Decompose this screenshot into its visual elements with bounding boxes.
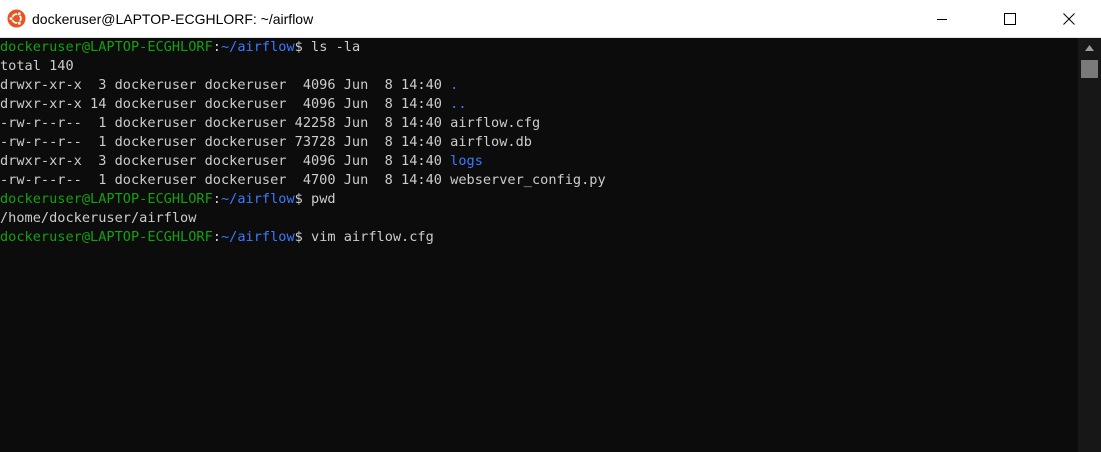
listing-meta: -rw-r--r-- 1 dockeruser dockeruser 42258… [0,115,451,131]
prompt-line: dockeruser@LAPTOP-ECGHLORF:~/airflow$ ls… [0,38,1078,57]
command-text: pwd [311,191,336,207]
listing-name: airflow.cfg [450,115,541,131]
terminal-window: dockeruser@LAPTOP-ECGHLORF: ~/airflow do… [0,0,1101,452]
vertical-scrollbar[interactable] [1078,38,1101,452]
scroll-up-button[interactable] [1078,38,1101,58]
prompt-separator: : [212,191,221,207]
listing-row: -rw-r--r-- 1 dockeruser dockeruser 73728… [0,133,1078,152]
terminal-output[interactable]: dockeruser@LAPTOP-ECGHLORF:~/airflow$ ls… [0,38,1078,452]
command-text: vim airflow.cfg [311,229,434,245]
close-button[interactable] [1046,0,1092,38]
maximize-button[interactable] [987,0,1033,38]
prompt-user: dockeruser@LAPTOP-ECGHLORF [0,39,213,55]
prompt-dollar: $ [294,191,312,207]
listing-meta: -rw-r--r-- 1 dockeruser dockeruser 73728… [0,134,451,150]
prompt-path: ~/airflow [220,229,295,245]
minimize-icon [937,19,947,20]
prompt-line: dockeruser@LAPTOP-ECGHLORF:~/airflow$ pw… [0,190,1078,209]
output-line: /home/dockeruser/airflow [0,210,197,226]
prompt-user: dockeruser@LAPTOP-ECGHLORF [0,229,213,245]
listing-meta: -rw-r--r-- 1 dockeruser dockeruser 4700 … [0,172,451,188]
listing-row: drwxr-xr-x 3 dockeruser dockeruser 4096 … [0,76,1078,95]
window-title: dockeruser@LAPTOP-ECGHLORF: ~/airflow [32,11,314,27]
listing-meta: drwxr-xr-x 3 dockeruser dockeruser 4096 … [0,77,451,93]
prompt-separator: : [212,39,221,55]
listing-row: -rw-r--r-- 1 dockeruser dockeruser 4700 … [0,171,1078,190]
listing-meta: drwxr-xr-x 14 dockeruser dockeruser 4096… [0,96,451,112]
listing-name: airflow.db [450,134,532,150]
listing-row: drwxr-xr-x 14 dockeruser dockeruser 4096… [0,95,1078,114]
output-line: total 140 [0,58,74,74]
listing-row: -rw-r--r-- 1 dockeruser dockeruser 42258… [0,114,1078,133]
listing-name: webserver_config.py [450,172,606,188]
prompt-path: ~/airflow [220,191,295,207]
scrollbar-thumb[interactable] [1081,60,1098,78]
chevron-up-icon [1085,45,1094,51]
listing-name: .. [450,96,467,112]
listing-name: . [450,77,459,93]
maximize-icon [1004,13,1016,25]
prompt-dollar: $ [294,229,312,245]
prompt-line: dockeruser@LAPTOP-ECGHLORF:~/airflow$ vi… [0,228,1078,247]
prompt-separator: : [212,229,221,245]
title-bar[interactable]: dockeruser@LAPTOP-ECGHLORF: ~/airflow [0,0,1101,38]
ubuntu-icon[interactable] [7,9,26,28]
prompt-dollar: $ [294,39,312,55]
listing-name: logs [450,153,483,169]
minimize-button[interactable] [919,0,965,38]
close-icon [1063,13,1075,25]
listing-row: drwxr-xr-x 3 dockeruser dockeruser 4096 … [0,152,1078,171]
command-text: ls -la [311,39,361,55]
prompt-path: ~/airflow [220,39,295,55]
listing-meta: drwxr-xr-x 3 dockeruser dockeruser 4096 … [0,153,451,169]
prompt-user: dockeruser@LAPTOP-ECGHLORF [0,191,213,207]
